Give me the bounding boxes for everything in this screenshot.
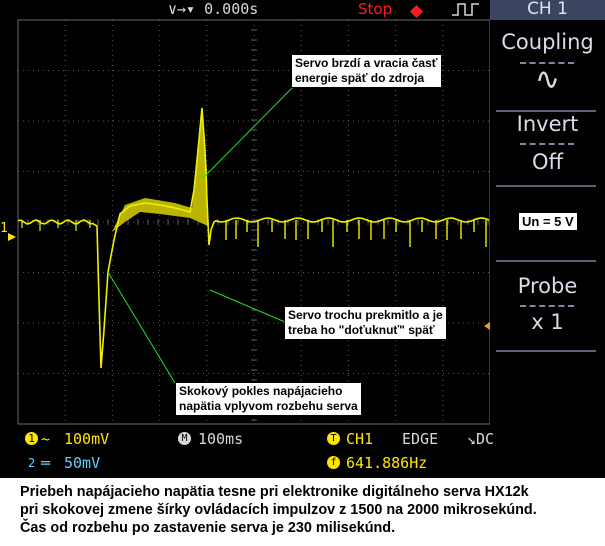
frequency-badge: f [327, 456, 340, 469]
callout-braking-line1: Servo brzdí a vracia časť [295, 56, 438, 70]
callout-drop: Skokový pokles napájacieho napätia vplyv… [175, 382, 362, 416]
callout-braking: Servo brzdí a vracia časť energie späť d… [291, 54, 442, 88]
ch2-number: 2 [28, 456, 36, 470]
caption: Priebeh napájacieho napätia tesne pri el… [20, 483, 600, 537]
callout-drop-line1: Skokový pokles napájacieho [179, 384, 343, 398]
ac-coupling-icon[interactable]: ∿ [490, 62, 605, 98]
oscilloscope-screen: ∨→▾ 0.000s Stop 1 CH 1 Coupling ∿ Invert… [0, 0, 605, 478]
leader-overshoot [209, 289, 286, 323]
invert-value[interactable]: Off [490, 148, 605, 176]
caption-line-3: Čas od rozbehu po zastavenie serva je 23… [20, 520, 396, 536]
caption-line-1: Priebeh napájacieho napätia tesne pri el… [20, 484, 529, 500]
leader-braking [202, 85, 295, 179]
side-menu-title: CH 1 [490, 0, 605, 20]
ch2-scale[interactable]: 50mV [64, 454, 100, 472]
side-menu: CH 1 Coupling ∿ Invert Off Probe x 1 [490, 0, 605, 478]
callout-voltage: Un = 5 V [518, 212, 578, 231]
trigger-type[interactable]: EDGE [402, 430, 438, 448]
ch1-scale[interactable]: 100mV [64, 430, 109, 448]
timebase-scale[interactable]: 100ms [198, 430, 243, 448]
probe-divider [520, 305, 574, 307]
invert-label[interactable]: Invert [490, 110, 605, 138]
callout-drop-line2: napätia vplyvom rozbehu serva [179, 399, 358, 413]
ch1-coupling-icon: ~ [41, 430, 51, 448]
callout-overshoot-line2: treba ho "doťuknuť" späť [288, 323, 435, 337]
side-separator [496, 185, 596, 187]
probe-label[interactable]: Probe [490, 272, 605, 300]
frequency-readout: 641.886Hz [346, 454, 428, 472]
callout-overshoot: Servo trochu prekmitlo a je treba ho "do… [284, 306, 447, 340]
probe-value[interactable]: x 1 [490, 308, 605, 336]
invert-divider [520, 143, 574, 145]
trigger-badge: T [327, 432, 340, 445]
leader-drop [107, 271, 179, 389]
ch2-coupling-icon: ═ [41, 454, 51, 472]
callout-overshoot-line1: Servo trochu prekmitlo a je [288, 308, 443, 322]
trigger-coupling[interactable]: ↘DC [467, 430, 494, 448]
timebase-badge: M [178, 432, 191, 445]
callout-braking-line2: energie späť do zdroja [295, 71, 425, 85]
trigger-source[interactable]: CH1 [346, 430, 373, 448]
caption-line-2: pri skokovej zmene šírky ovládacích impu… [20, 502, 537, 518]
ch1-number-badge: 1 [25, 432, 38, 445]
ch1-ground-arrow [8, 226, 16, 241]
ch1-ground-marker: 1 [0, 221, 8, 236]
side-separator [496, 260, 596, 262]
side-separator [496, 350, 596, 352]
coupling-label[interactable]: Coupling [490, 28, 605, 56]
